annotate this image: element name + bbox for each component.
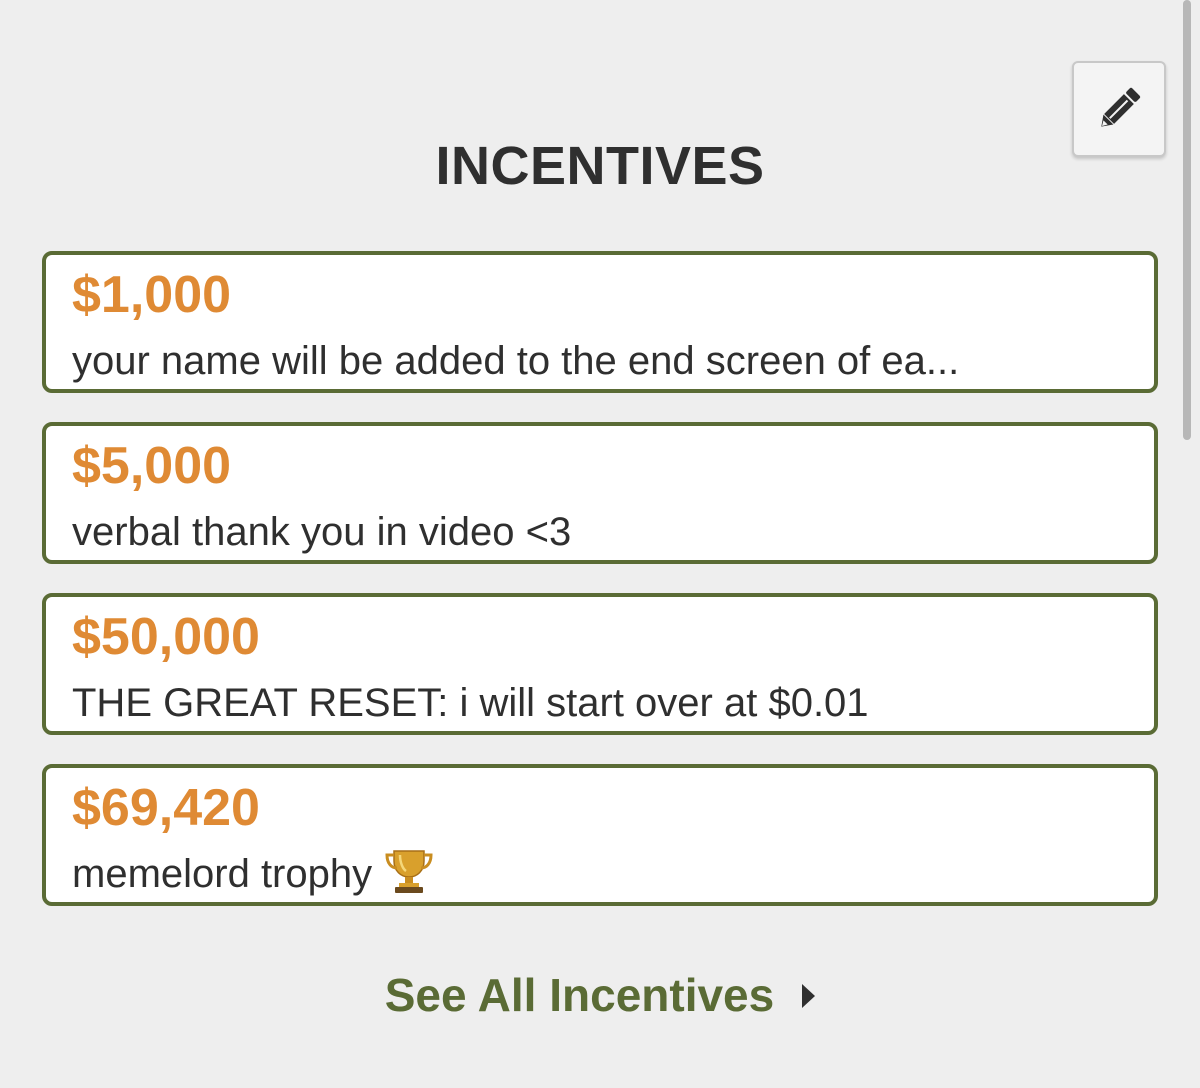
incentive-description: memelord trophy — [72, 852, 373, 896]
see-all-incentives-link[interactable]: See All Incentives — [0, 968, 1200, 1022]
incentive-amount: $69,420 — [72, 779, 260, 837]
incentive-amount: $1,000 — [72, 266, 232, 324]
pencil-icon — [1094, 84, 1144, 134]
see-all-label: See All Incentives — [384, 969, 775, 1021]
caret-right-icon — [802, 984, 816, 1008]
incentive-card[interactable]: $50,000 THE GREAT RESET: i will start ov… — [42, 593, 1158, 735]
trophy-icon — [384, 847, 434, 902]
incentive-description-row: memelord trophy — [72, 844, 1128, 902]
incentive-card[interactable]: $69,420 memelord trophy — [42, 764, 1158, 906]
incentive-list: $1,000 your name will be added to the en… — [42, 251, 1158, 935]
scrollbar-thumb[interactable] — [1183, 0, 1191, 440]
incentive-amount: $5,000 — [72, 437, 232, 495]
incentive-description: your name will be added to the end scree… — [72, 339, 960, 383]
incentive-amount: $50,000 — [72, 608, 260, 666]
incentive-description: verbal thank you in video <3 — [72, 510, 572, 554]
section-title: INCENTIVES — [435, 136, 765, 196]
incentive-description: THE GREAT RESET: i will start over at $0… — [72, 681, 869, 725]
incentive-card[interactable]: $1,000 your name will be added to the en… — [42, 251, 1158, 393]
incentive-card[interactable]: $5,000 verbal thank you in video <3 — [42, 422, 1158, 564]
